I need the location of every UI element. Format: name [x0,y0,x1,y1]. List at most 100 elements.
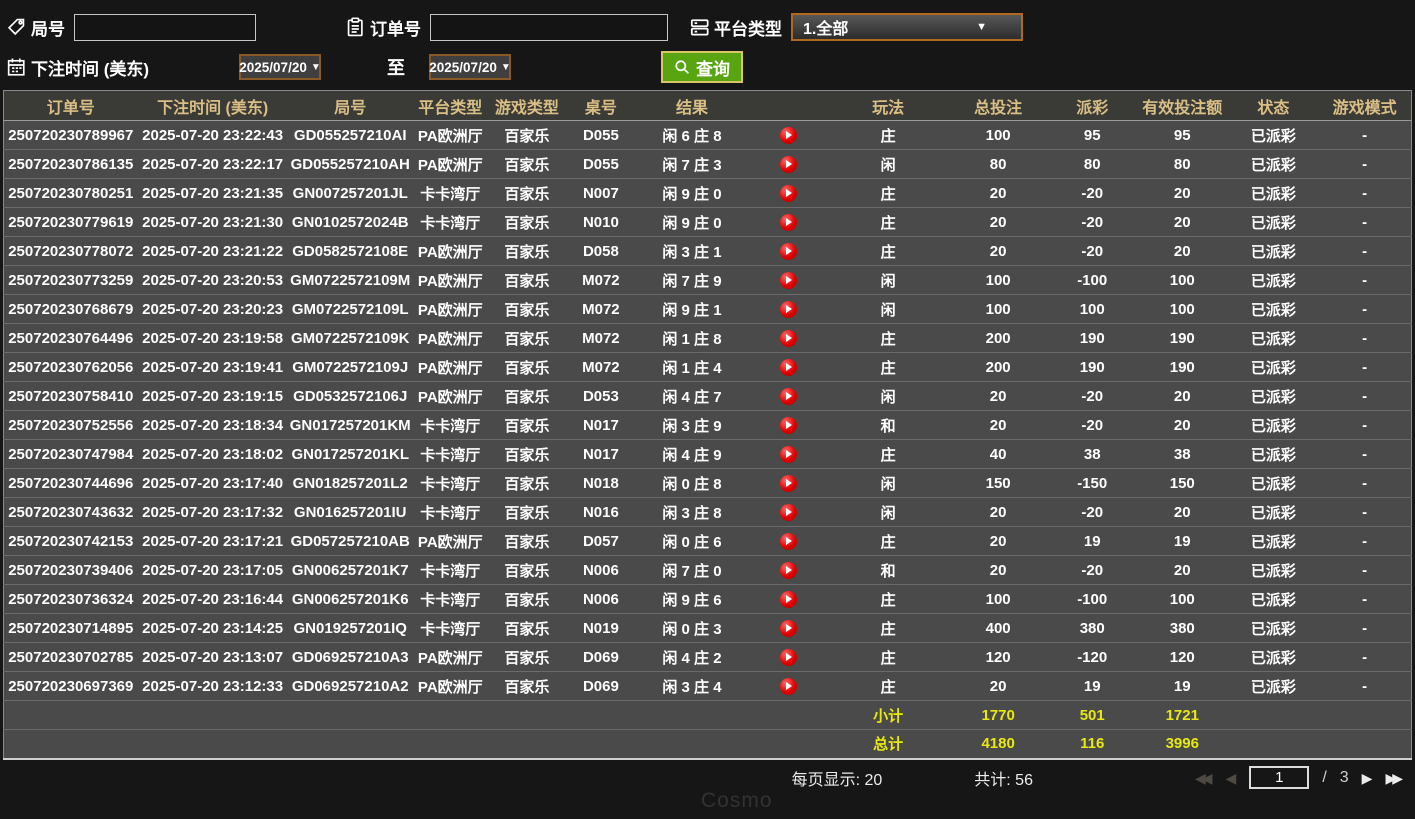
cell: N017 [565,410,636,440]
play-video-icon[interactable] [779,358,797,376]
cell: 百家乐 [487,381,566,411]
cell: 2025-07-20 23:18:34 [137,410,288,440]
play-video-icon[interactable] [779,213,797,231]
column-header: 派彩 [1048,90,1137,121]
round-number-input[interactable] [74,13,256,41]
search-button[interactable]: 查询 [661,51,743,83]
cell: 2025-07-20 23:21:22 [137,236,288,266]
table-row: 250720230768679 2025-07-20 23:20:23 GM0722… [3,294,1412,324]
cell: 38 [1048,439,1137,469]
play-video-icon[interactable] [779,445,797,463]
cell: 闲 4 庄 9 [635,439,748,469]
cell: GN006257201K7 [287,555,413,585]
cell: GN016257201IU [287,497,413,527]
cell: 19 [1048,526,1137,556]
cell [747,468,829,498]
cell: 已派彩 [1228,642,1319,672]
cell [747,555,829,585]
cell: PA欧洲厅 [412,671,488,701]
cell: 已派彩 [1228,526,1319,556]
play-video-icon[interactable] [779,532,797,550]
cell: 百家乐 [487,265,566,295]
cell: 庄 [828,584,949,614]
platform-type-select[interactable]: 1.全部 ▼ [791,13,1023,41]
cell: N016 [565,497,636,527]
date-from-select[interactable]: 2025/07/20 ▼ [239,54,321,80]
cell: -20 [1048,178,1137,208]
prev-page-icon[interactable]: ◀ [1226,771,1237,785]
cell: D069 [565,642,636,672]
play-video-icon[interactable] [779,619,797,637]
cell: 250720230780251 [3,178,138,208]
cell: 250720230778072 [3,236,138,266]
last-page-icon[interactable]: ▶▶ [1385,771,1403,785]
table-row: 250720230762056 2025-07-20 23:19:41 GM0722… [3,352,1412,382]
cell: GN019257201IQ [287,613,413,643]
date-to-select[interactable]: 2025/07/20 ▼ [429,54,511,80]
play-video-icon[interactable] [779,155,797,173]
next-page-icon[interactable]: ▶ [1362,771,1373,785]
cell: 卡卡湾厅 [412,410,488,440]
order-number-label: 订单号 [370,19,421,39]
cell: GD069257210A2 [287,671,413,701]
cell: 已派彩 [1250,127,1296,145]
cell: 已派彩 [1228,236,1319,266]
order-number-input[interactable] [430,13,668,41]
table-row: 250720230697369 2025-07-20 23:12:33 GD0692… [3,671,1412,701]
cell: 闲 [828,468,949,498]
cell [1228,700,1319,730]
play-video-icon[interactable] [779,416,797,434]
play-video-icon[interactable] [779,590,797,608]
first-page-icon[interactable]: ◀◀ [1195,771,1213,785]
cell: N006 [565,584,636,614]
play-video-icon[interactable] [779,126,797,144]
grand-total-row: 总计 4180 116 3996 [3,729,1412,759]
current-page-input[interactable]: 1 [1249,766,1310,789]
total-count-label: 共计: 56 [974,771,1033,789]
column-header: 下注时间 (美东) [137,90,288,121]
cell: 2025-07-20 23:19:41 [137,352,288,382]
play-video-icon[interactable] [779,242,797,260]
cell: 38 [1136,439,1229,469]
cell: 250720230702785 [3,642,138,672]
play-video-icon[interactable] [779,387,797,405]
bet-time-label: 下注时间 (美东) [31,59,150,79]
play-video-icon[interactable] [779,648,797,666]
play-video-icon[interactable] [779,271,797,289]
cell: 20 [948,236,1049,266]
play-video-icon[interactable] [779,474,797,492]
play-video-icon[interactable] [779,503,797,521]
cell [137,700,288,730]
play-video-icon[interactable] [779,329,797,347]
cell [747,671,829,701]
cell [565,729,636,759]
cell: 20 [948,410,1049,440]
cell: 20 [1136,555,1229,585]
cell: 2025-07-20 23:18:02 [137,439,288,469]
chevron-down-icon: ▼ [500,61,511,73]
cell: - [1318,323,1412,353]
play-video-icon[interactable] [779,300,797,318]
cell: -20 [1048,207,1137,237]
cell [747,352,829,382]
play-video-icon[interactable] [779,677,797,695]
chevron-down-icon: ▼ [976,21,987,33]
cell: 95 [1173,126,1191,144]
clipboard-icon [345,17,365,37]
cell: 2025-07-20 23:17:32 [137,497,288,527]
cell: 闲 [828,381,949,411]
table-row: 250720230739406 2025-07-20 23:17:05 GN0062… [3,555,1412,585]
cell: 百家乐 [487,613,566,643]
cell: 80 [1048,149,1137,179]
cell: PA欧洲厅 [412,236,488,266]
cell: 2025-07-20 23:21:30 [137,207,288,237]
cell [747,439,829,469]
cell: 20 [948,497,1049,527]
cell: 95 [1083,126,1101,144]
table-row: 250720230747984 2025-07-20 23:18:02 GN0172… [3,439,1412,469]
cell: D069 [565,671,636,701]
play-video-icon[interactable] [779,561,797,579]
play-video-icon[interactable] [779,184,797,202]
table-row: 250720230789967 2025-07-20 23:22:43 GD0552… [4,121,1412,150]
cell: 百家乐 [487,410,566,440]
